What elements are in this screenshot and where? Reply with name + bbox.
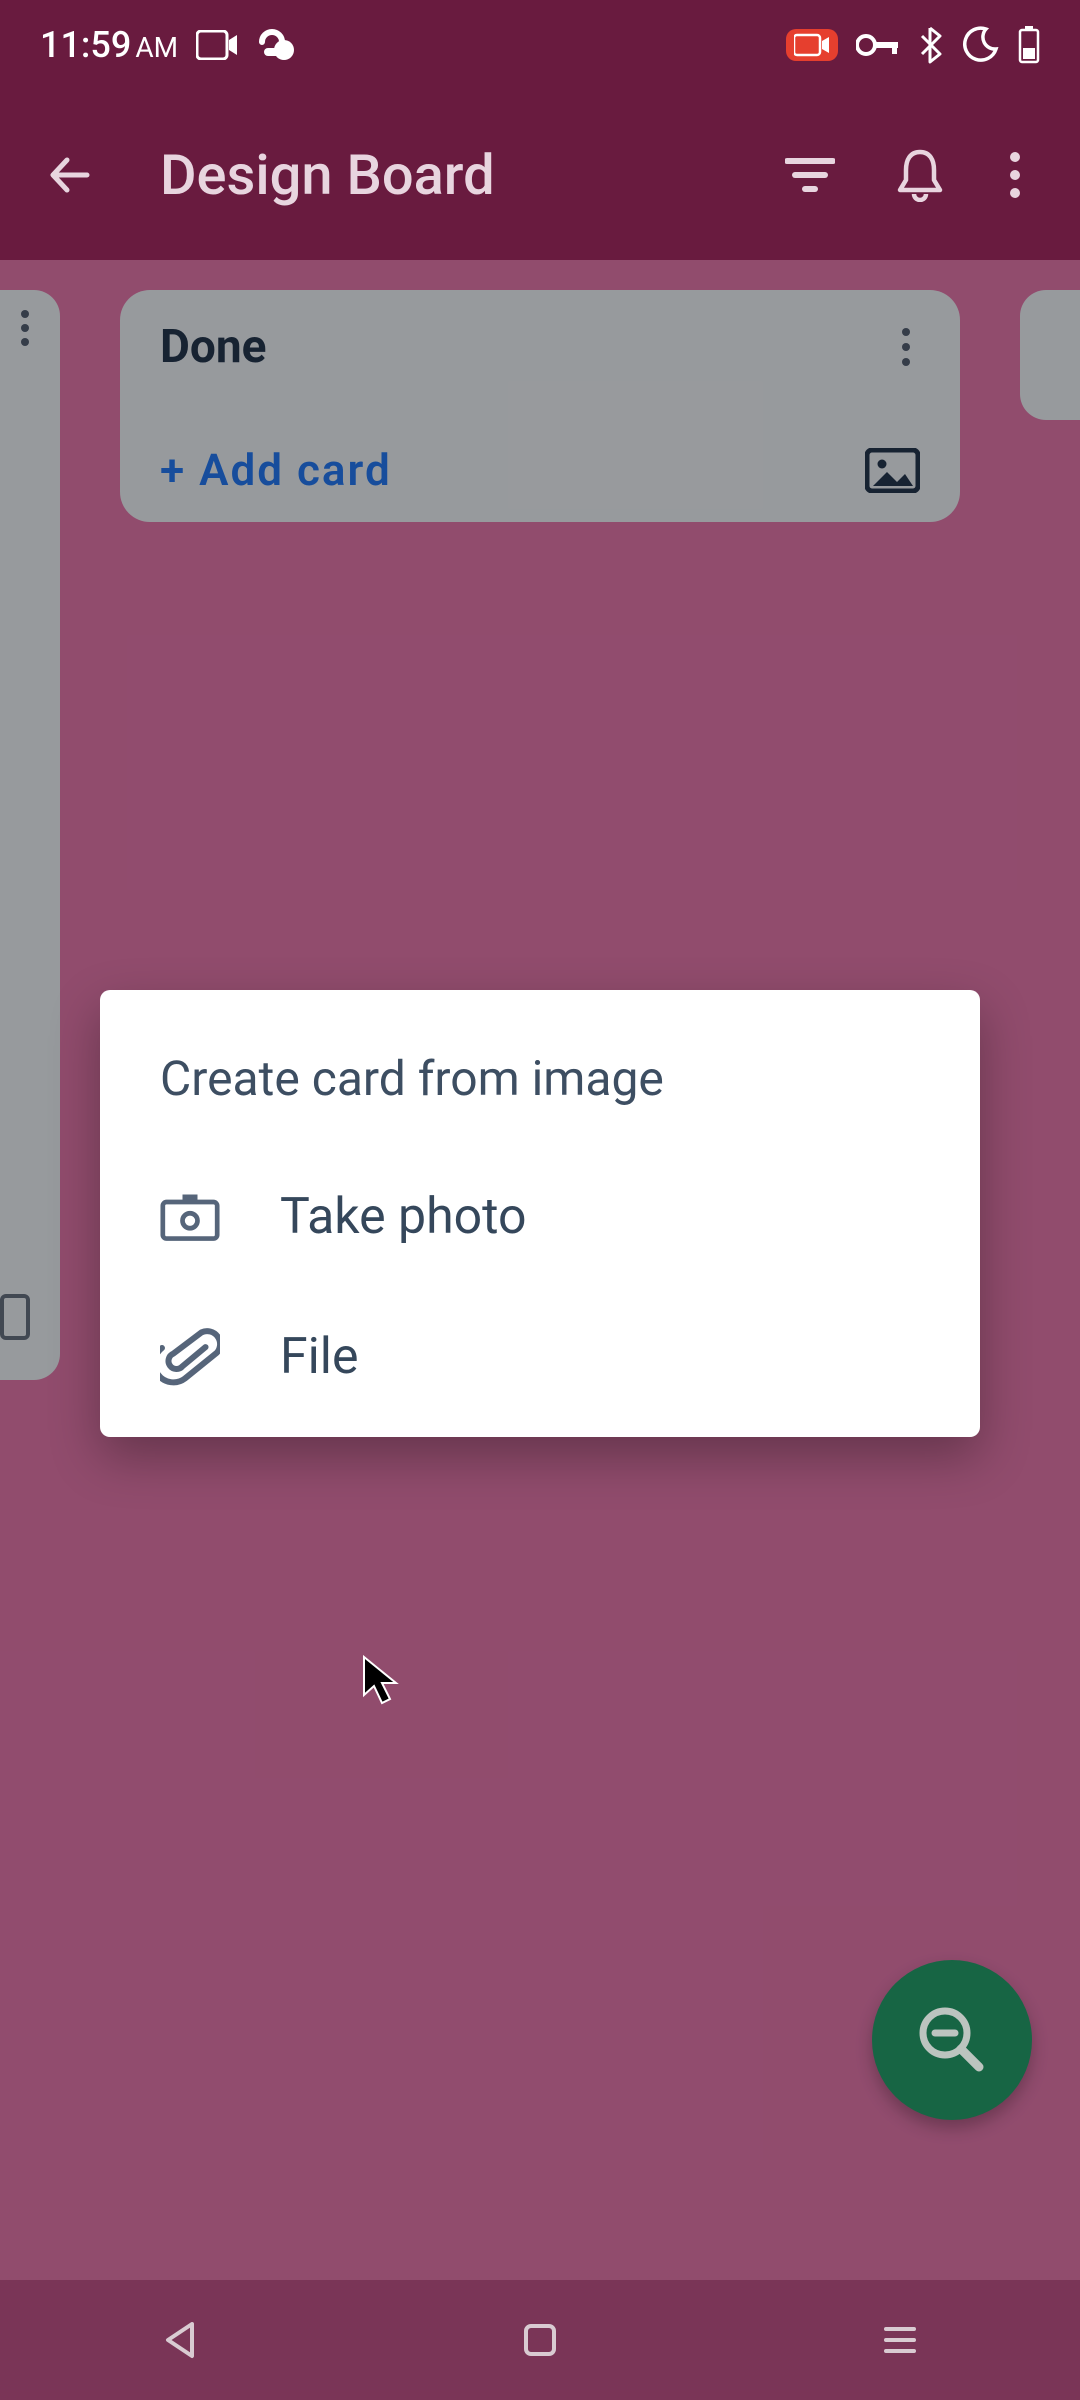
attachment-icon (160, 1327, 220, 1387)
create-card-from-image-dialog: Create card from image Take photo File (100, 990, 980, 1437)
more-vertical-icon (1010, 152, 1020, 198)
system-nav-bar (0, 2280, 1080, 2400)
app-bar-actions (770, 135, 1060, 215)
recents-icon (883, 2325, 917, 2355)
filter-button[interactable] (770, 135, 850, 215)
mouse-cursor-icon (360, 1655, 402, 1711)
dialog-title: Create card from image (100, 1040, 980, 1147)
board-area[interactable]: Done + Add card Create card from image T… (0, 260, 1080, 2280)
bell-icon (896, 148, 944, 202)
vpn-key-icon (856, 33, 900, 57)
recording-indicator-icon (786, 29, 838, 61)
take-photo-option[interactable]: Take photo (100, 1147, 980, 1287)
nav-back-button[interactable] (120, 2310, 240, 2370)
status-left: 11:59AM (40, 24, 298, 66)
status-bar: 11:59AM (0, 0, 1080, 90)
triangle-back-icon (162, 2320, 198, 2360)
status-right (786, 25, 1040, 65)
notifications-button[interactable] (880, 135, 960, 215)
take-photo-label: Take photo (280, 1188, 527, 1246)
dnd-moon-icon (960, 25, 1000, 65)
status-ampm: AM (135, 31, 178, 64)
video-badge-icon (196, 30, 238, 60)
bluetooth-icon (918, 26, 942, 64)
nav-home-button[interactable] (480, 2310, 600, 2370)
square-home-icon (523, 2323, 557, 2357)
nav-recents-button[interactable] (840, 2310, 960, 2370)
battery-icon (1018, 26, 1040, 64)
status-time: 11:59AM (40, 24, 178, 66)
arrow-left-icon (43, 148, 97, 202)
file-option[interactable]: File (100, 1287, 980, 1427)
back-button[interactable] (20, 148, 120, 202)
app-bar: Design Board (0, 90, 1080, 260)
filter-icon (785, 156, 835, 194)
more-button[interactable] (990, 135, 1040, 215)
status-time-value: 11:59 (40, 24, 131, 66)
hotspot-icon (256, 28, 298, 62)
board-title[interactable]: Design Board (160, 142, 770, 208)
file-label: File (280, 1328, 358, 1386)
camera-icon (160, 1187, 220, 1247)
